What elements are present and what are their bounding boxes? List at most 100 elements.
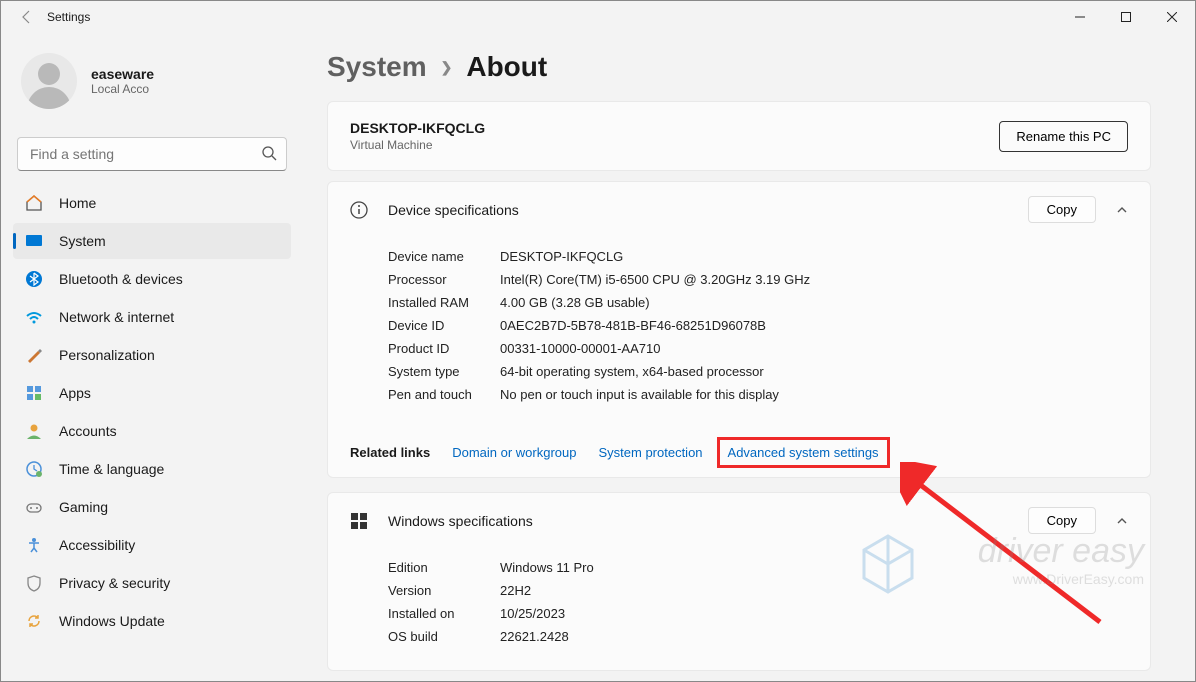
windows-spec-section: Windows specifications Copy EditionWindo… xyxy=(327,492,1151,671)
sidebar-item-label: Windows Update xyxy=(59,613,165,629)
sidebar-item-label: Network & internet xyxy=(59,309,174,325)
spec-row: EditionWindows 11 Pro xyxy=(388,556,1128,579)
spec-row: ProcessorIntel(R) Core(TM) i5-6500 CPU @… xyxy=(388,268,1128,291)
chevron-right-icon: ❯ xyxy=(441,59,453,76)
sidebar-item-label: Personalization xyxy=(59,347,155,363)
sidebar-item-update[interactable]: Windows Update xyxy=(13,603,291,639)
sidebar-item-apps[interactable]: Apps xyxy=(13,375,291,411)
spec-key: Device name xyxy=(388,249,500,264)
sidebar-item-personalization[interactable]: Personalization xyxy=(13,337,291,373)
gaming-icon xyxy=(25,498,43,516)
spec-value: Windows 11 Pro xyxy=(500,560,594,575)
breadcrumb-parent[interactable]: System xyxy=(327,51,427,83)
spec-row: OS build22621.2428 xyxy=(388,625,1128,648)
sidebar-item-label: Accounts xyxy=(59,423,117,439)
device-spec-grid: Device nameDESKTOP-IKFQCLGProcessorIntel… xyxy=(328,237,1150,428)
bluetooth-icon xyxy=(25,270,43,288)
window-title: Settings xyxy=(47,10,1057,24)
spec-row: Device ID0AEC2B7D-5B78-481B-BF46-68251D9… xyxy=(388,314,1128,337)
copy-windows-spec-button[interactable]: Copy xyxy=(1028,507,1096,534)
update-icon xyxy=(25,612,43,630)
sidebar-item-label: Bluetooth & devices xyxy=(59,271,183,287)
sidebar-item-privacy[interactable]: Privacy & security xyxy=(13,565,291,601)
sidebar-item-accounts[interactable]: Accounts xyxy=(13,413,291,449)
spec-value: No pen or touch input is available for t… xyxy=(500,387,779,402)
close-button[interactable] xyxy=(1149,1,1195,33)
accessibility-icon xyxy=(25,536,43,554)
rename-pc-button[interactable]: Rename this PC xyxy=(999,121,1128,152)
related-links-bar: Related links Domain or workgroup System… xyxy=(327,428,1151,478)
avatar xyxy=(21,53,77,109)
spec-key: Edition xyxy=(388,560,500,575)
accounts-icon xyxy=(25,422,43,440)
spec-row: System type64-bit operating system, x64-… xyxy=(388,360,1128,383)
sidebar-item-network[interactable]: Network & internet xyxy=(13,299,291,335)
page-title: About xyxy=(466,51,547,83)
spec-row: Installed on10/25/2023 xyxy=(388,602,1128,625)
spec-value: 10/25/2023 xyxy=(500,606,565,621)
spec-key: System type xyxy=(388,364,500,379)
spec-key: Processor xyxy=(388,272,500,287)
sidebar-item-gaming[interactable]: Gaming xyxy=(13,489,291,525)
sidebar-item-system[interactable]: System xyxy=(13,223,291,259)
search-box[interactable] xyxy=(17,137,287,171)
sidebar-item-label: Accessibility xyxy=(59,537,135,553)
spec-key: Device ID xyxy=(388,318,500,333)
home-icon xyxy=(25,194,43,212)
spec-row: Pen and touchNo pen or touch input is av… xyxy=(388,383,1128,406)
sidebar: easeware Local Acco Home System Bluetoot… xyxy=(1,33,303,681)
profile-block[interactable]: easeware Local Acco xyxy=(13,33,291,135)
maximize-button[interactable] xyxy=(1103,1,1149,33)
sidebar-item-time[interactable]: Time & language xyxy=(13,451,291,487)
personalization-icon xyxy=(25,346,43,364)
spec-key: Version xyxy=(388,583,500,598)
copy-device-spec-button[interactable]: Copy xyxy=(1028,196,1096,223)
windows-spec-grid: EditionWindows 11 ProVersion22H2Installe… xyxy=(328,548,1150,670)
collapse-device-spec-button[interactable] xyxy=(1114,204,1130,216)
link-system-protection[interactable]: System protection xyxy=(598,445,702,460)
back-icon[interactable] xyxy=(19,9,35,25)
pc-type: Virtual Machine xyxy=(350,138,485,152)
windows-icon xyxy=(348,510,370,532)
breadcrumb: System ❯ About xyxy=(327,51,1151,83)
link-advanced-system-settings[interactable]: Advanced system settings xyxy=(728,445,879,460)
sidebar-item-accessibility[interactable]: Accessibility xyxy=(13,527,291,563)
nav-list: Home System Bluetooth & devices Network … xyxy=(13,185,291,639)
device-spec-title: Device specifications xyxy=(388,202,1010,218)
system-icon xyxy=(25,232,43,250)
windows-spec-title: Windows specifications xyxy=(388,513,1010,529)
spec-row: Device nameDESKTOP-IKFQCLG xyxy=(388,245,1128,268)
sidebar-item-label: Home xyxy=(59,195,96,211)
spec-value: 22621.2428 xyxy=(500,629,569,644)
wifi-icon xyxy=(25,308,43,326)
pc-name: DESKTOP-IKFQCLG xyxy=(350,120,485,136)
privacy-icon xyxy=(25,574,43,592)
profile-account-type: Local Acco xyxy=(91,82,154,96)
spec-value: 22H2 xyxy=(500,583,531,598)
spec-key: OS build xyxy=(388,629,500,644)
spec-value: 64-bit operating system, x64-based proce… xyxy=(500,364,764,379)
sidebar-item-label: Apps xyxy=(59,385,91,401)
related-links-label: Related links xyxy=(350,445,430,460)
search-input[interactable] xyxy=(17,137,287,171)
sidebar-item-label: Time & language xyxy=(59,461,164,477)
spec-row: Product ID00331-10000-00001-AA710 xyxy=(388,337,1128,360)
time-icon xyxy=(25,460,43,478)
spec-row: Version22H2 xyxy=(388,579,1128,602)
link-domain-workgroup[interactable]: Domain or workgroup xyxy=(452,445,576,460)
sidebar-item-home[interactable]: Home xyxy=(13,185,291,221)
pc-info-card: DESKTOP-IKFQCLG Virtual Machine Rename t… xyxy=(327,101,1151,171)
spec-key: Pen and touch xyxy=(388,387,500,402)
spec-key: Installed RAM xyxy=(388,295,500,310)
spec-value: 0AEC2B7D-5B78-481B-BF46-68251D96078B xyxy=(500,318,766,333)
sidebar-item-label: System xyxy=(59,233,106,249)
spec-value: 4.00 GB (3.28 GB usable) xyxy=(500,295,650,310)
spec-key: Installed on xyxy=(388,606,500,621)
sidebar-item-bluetooth[interactable]: Bluetooth & devices xyxy=(13,261,291,297)
spec-value: 00331-10000-00001-AA710 xyxy=(500,341,660,356)
search-icon xyxy=(261,145,277,161)
content-area: System ❯ About DESKTOP-IKFQCLG Virtual M… xyxy=(303,33,1195,681)
minimize-button[interactable] xyxy=(1057,1,1103,33)
collapse-windows-spec-button[interactable] xyxy=(1114,515,1130,527)
profile-name: easeware xyxy=(91,66,154,82)
